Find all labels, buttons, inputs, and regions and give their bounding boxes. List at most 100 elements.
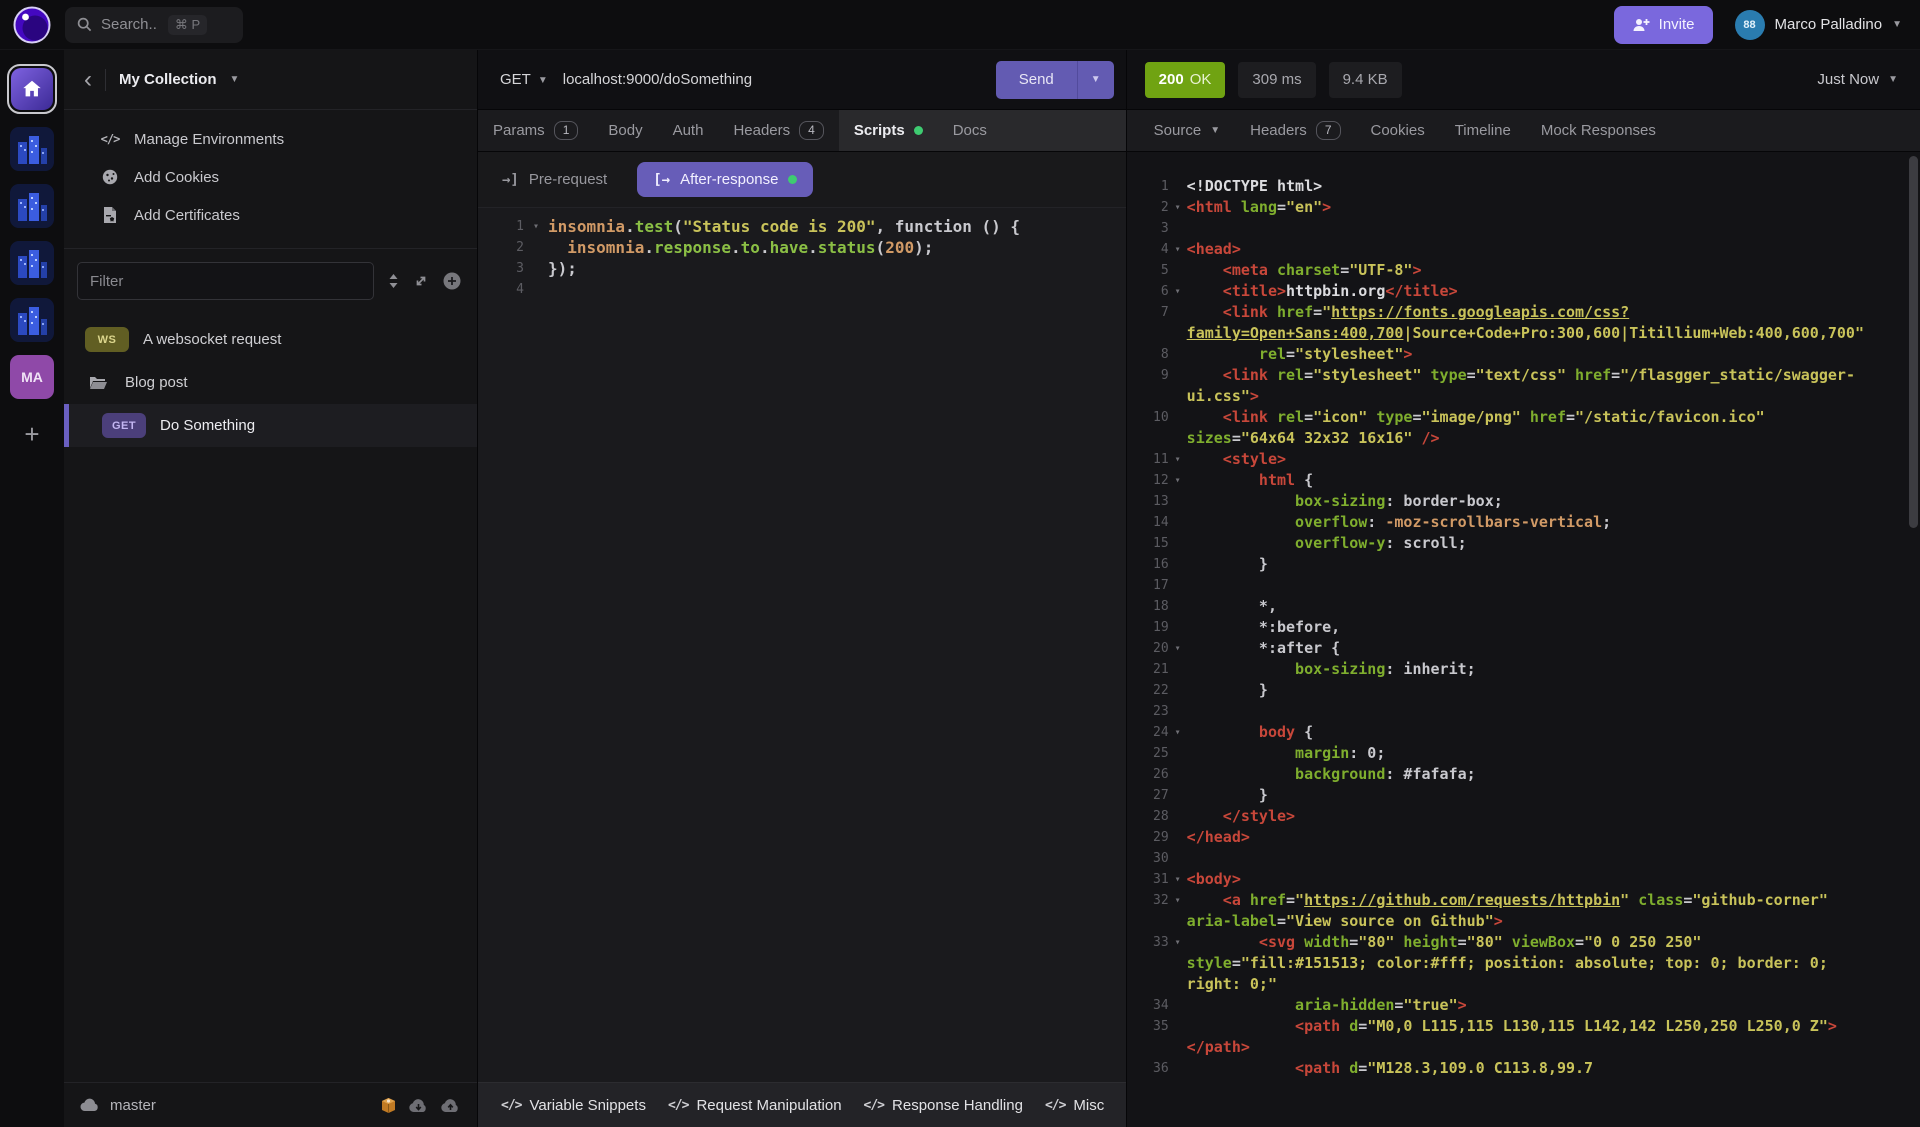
send-button[interactable]: Send ▼ [996, 61, 1114, 99]
sidebar-request-a-websocket-request[interactable]: WSA websocket request [64, 318, 477, 361]
sidebar-filter-row: Filter [64, 249, 477, 312]
after-response-label: After-response [680, 171, 778, 188]
line-number: 27 [1127, 785, 1169, 806]
sidebar-request-do-something[interactable]: GETDo Something [64, 404, 477, 447]
expand-icon[interactable] [413, 273, 429, 289]
menu-label: Manage Environments [134, 131, 284, 148]
response-tab-headers[interactable]: Headers7 [1235, 110, 1355, 151]
response-body-viewer[interactable]: 1<!DOCTYPE html>2▾<html lang="en">34▾<he… [1127, 152, 1920, 1127]
chevron-down-icon: ▼ [1888, 74, 1898, 85]
code-line: 27 } [1127, 785, 1920, 806]
code-line: 18 *, [1127, 596, 1920, 617]
sync-box-icon[interactable] [380, 1097, 397, 1114]
sidebar-footer: master [64, 1082, 477, 1127]
code-line: 12▾ html { [1127, 470, 1920, 491]
snippet-request-manipulation[interactable]: </>Request Manipulation [657, 1097, 853, 1114]
scrollbar-thumb[interactable] [1909, 156, 1918, 528]
workspace-tile[interactable] [10, 241, 54, 285]
response-status-bar: 200 OK 309 ms 9.4 KB Just Now ▼ [1127, 50, 1920, 110]
response-history-dropdown[interactable]: Just Now ▼ [1817, 71, 1904, 88]
tab-headers[interactable]: Headers4 [718, 110, 838, 151]
time-badge: 309 ms [1238, 62, 1315, 98]
code-line: 28 </style> [1127, 806, 1920, 827]
sidebar-action-add-certificates[interactable]: Add Certificates [64, 196, 477, 234]
code-line: 34 aria-hidden="true"> [1127, 995, 1920, 1016]
workspace-tile[interactable] [10, 184, 54, 228]
tab-label: Auth [673, 122, 704, 139]
workspace-tile[interactable] [10, 127, 54, 171]
account-menu[interactable]: 88 Marco Palladino ▼ [1735, 10, 1902, 40]
snippet-misc[interactable]: </>Misc [1034, 1097, 1115, 1114]
code-line: 30 [1127, 848, 1920, 869]
tab-params[interactable]: Params1 [478, 110, 593, 151]
fold-arrow-icon[interactable]: ▾ [524, 216, 548, 237]
back-chevron-icon[interactable]: ‹ [84, 70, 92, 90]
tab-pre-request[interactable]: →] Pre-request [502, 171, 607, 188]
tab-scripts[interactable]: Scripts [839, 110, 938, 151]
fold-arrow-icon[interactable]: ▾ [1169, 281, 1187, 302]
response-tab-source[interactable]: Source▼ [1139, 110, 1235, 151]
count-badge: 4 [799, 121, 824, 140]
sort-icon[interactable] [387, 273, 400, 289]
add-organization-button[interactable]: + [24, 421, 39, 447]
line-number: 7 [1127, 302, 1169, 323]
tab-body[interactable]: Body [593, 110, 657, 151]
fold-arrow-icon[interactable]: ▾ [1169, 197, 1187, 218]
url-bar: GET ▼ localhost:9000/doSomething Send ▼ [478, 50, 1126, 110]
environment-branch[interactable]: master [110, 1097, 156, 1114]
fold-arrow-icon[interactable]: ▾ [1169, 449, 1187, 470]
cloud-icon [80, 1098, 100, 1112]
code-line: 36 <path d="M128.3,109.0 C113.8,99.7 [1127, 1058, 1920, 1079]
tab-auth[interactable]: Auth [658, 110, 719, 151]
sidebar-action-add-cookies[interactable]: Add Cookies [64, 158, 477, 196]
script-editor[interactable]: 1▾insomnia.test("Status code is 200", fu… [478, 208, 1126, 1082]
sidebar-menu: </> Manage Environments Add CookiesAdd Cer… [64, 110, 477, 249]
tab-after-response[interactable]: [→ After-response [637, 162, 813, 197]
response-tab-cookies[interactable]: Cookies [1356, 110, 1440, 151]
line-number: 2 [478, 237, 524, 258]
code-line: 11▾ <style> [1127, 449, 1920, 470]
home-workspace-button[interactable] [7, 64, 57, 114]
add-request-icon[interactable] [442, 271, 462, 291]
collection-name[interactable]: My Collection [119, 71, 217, 88]
fold-arrow-icon[interactable]: ▾ [1169, 638, 1187, 659]
invite-button[interactable]: Invite [1614, 6, 1713, 44]
workspace-tile[interactable] [10, 298, 54, 342]
sidebar-action-manage-environments[interactable]: </> Manage Environments [64, 120, 477, 158]
search-input[interactable]: Search.. ⌘ P [65, 7, 243, 43]
method-badge: WS [85, 327, 129, 352]
fold-arrow-icon[interactable]: ▾ [1169, 470, 1187, 491]
snippet-response-handling[interactable]: </>Response Handling [853, 1097, 1034, 1114]
chevron-down-icon[interactable]: ▼ [230, 74, 240, 85]
code-icon: </> [501, 1098, 521, 1113]
sidebar-folder-blog-post[interactable]: Blog post [64, 361, 477, 404]
send-options-icon[interactable]: ▼ [1077, 61, 1114, 99]
organization-avatar[interactable]: MA [10, 355, 54, 399]
tab-docs[interactable]: Docs [938, 110, 1002, 151]
line-number: 20 [1127, 638, 1169, 659]
method-dropdown[interactable]: GET [500, 71, 531, 88]
code-line: 6▾ <title>httpbin.org</title> [1127, 281, 1920, 302]
line-number: 17 [1127, 575, 1169, 596]
insomnia-app: Search.. ⌘ P Invite 88 Marco Palladino ▼ [0, 0, 1920, 1127]
snippet-label: Request Manipulation [696, 1097, 841, 1114]
person-add-icon [1632, 17, 1650, 33]
fold-arrow-icon[interactable]: ▾ [1169, 932, 1187, 953]
code-line: 33▾ <svg width="80" height="80" viewBox=… [1127, 932, 1920, 995]
response-tab-timeline[interactable]: Timeline [1440, 110, 1526, 151]
fold-arrow-icon[interactable]: ▾ [1169, 890, 1187, 911]
count-badge: 7 [1316, 121, 1341, 140]
fold-arrow-icon[interactable]: ▾ [1169, 869, 1187, 890]
request-tab-bar: Params1Body Auth Headers4 ScriptsDocs [478, 110, 1126, 152]
snippet-variable-snippets[interactable]: </>Variable Snippets [490, 1097, 657, 1114]
filter-input[interactable]: Filter [77, 262, 374, 300]
cloud-download-icon[interactable] [408, 1098, 429, 1113]
chevron-down-icon[interactable]: ▼ [538, 75, 548, 86]
cloud-upload-icon[interactable] [440, 1098, 461, 1113]
response-tab-mock-responses[interactable]: Mock Responses [1526, 110, 1671, 151]
fold-arrow-icon[interactable]: ▾ [1169, 239, 1187, 260]
url-input[interactable]: localhost:9000/doSomething [563, 71, 752, 88]
code-icon: </> [100, 132, 120, 146]
fold-arrow-icon[interactable]: ▾ [1169, 722, 1187, 743]
code-line: 2 insomnia.response.to.have.status(200); [478, 237, 1126, 258]
